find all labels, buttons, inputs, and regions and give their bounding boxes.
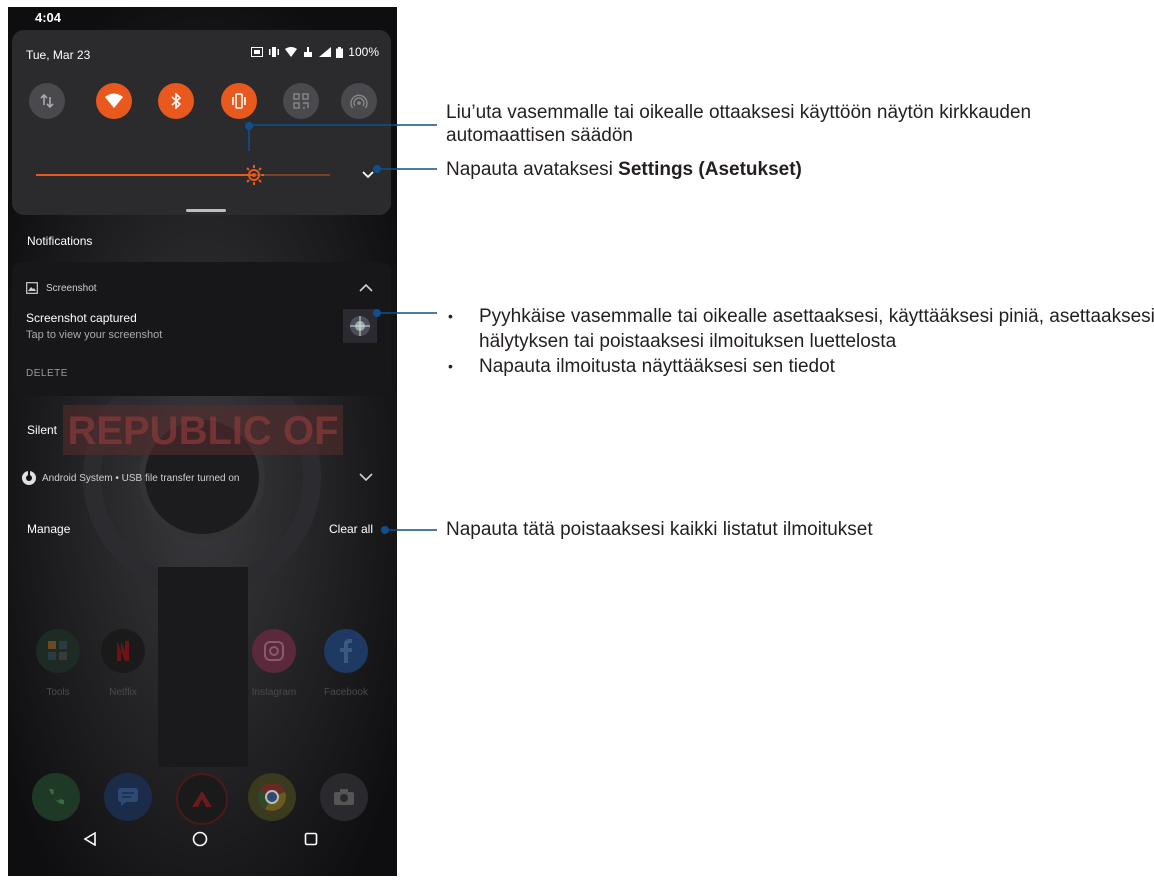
wifi-icon xyxy=(105,93,123,108)
camera-icon xyxy=(334,789,354,805)
notification-text: Tap to view your screenshot xyxy=(26,329,163,341)
volte-icon xyxy=(302,47,314,57)
home-icon xyxy=(192,831,208,847)
silent-notification[interactable]: Android System • USB file transfer turne… xyxy=(22,471,239,485)
app-tools[interactable]: Tools xyxy=(30,629,86,698)
qs-date: Tue, Mar 23 xyxy=(26,48,91,62)
app-facebook[interactable]: Facebook xyxy=(318,629,374,698)
phone-screen: REPUBLIC OF 4:04 Tue, Mar 23 100% Notifi… xyxy=(8,7,397,876)
bluetooth-icon xyxy=(171,93,182,109)
status-icons: 100% xyxy=(251,45,379,59)
mobile-data-tile[interactable] xyxy=(29,83,65,119)
battery-percent: 100% xyxy=(348,45,379,59)
app-label: Instagram xyxy=(251,687,297,698)
chevron-down-icon xyxy=(362,171,374,179)
qs-expand-button[interactable] xyxy=(358,165,378,185)
silent-notification-text: Android System • USB file transfer turne… xyxy=(42,472,240,484)
screenshot-icon xyxy=(26,282,38,294)
vibrate-tile[interactable] xyxy=(221,83,257,119)
back-button[interactable] xyxy=(80,829,100,849)
wifi-tile[interactable] xyxy=(96,83,132,119)
brightness-icon xyxy=(244,165,264,185)
callout-brightness: Liu’uta vasemmalle tai oikealle ottaakse… xyxy=(446,102,1032,146)
android-system-icon xyxy=(22,471,36,485)
callout-settings-bold: Settings (Asetukset) xyxy=(618,159,802,180)
facebook-icon xyxy=(324,629,368,673)
bluetooth-tile[interactable] xyxy=(158,83,194,119)
messages-icon xyxy=(118,788,138,806)
qs-drag-handle[interactable] xyxy=(186,209,226,212)
back-icon xyxy=(83,832,96,846)
wallpaper-republic-text: REPUBLIC OF xyxy=(67,409,338,453)
recents-icon xyxy=(304,832,318,846)
instagram-icon xyxy=(252,629,296,673)
hotspot-icon xyxy=(350,94,368,109)
notification-card[interactable]: Screenshot Screenshot captured Tap to vi… xyxy=(12,262,391,396)
notification-app-row: Screenshot xyxy=(26,282,97,294)
brightness-slider-fill xyxy=(36,174,254,176)
notifications-header: Notifications xyxy=(27,234,93,248)
notification-title: Screenshot captured xyxy=(26,311,137,325)
manage-button[interactable]: Manage xyxy=(27,522,70,536)
chrome-icon xyxy=(258,783,286,811)
brightness-slider[interactable] xyxy=(36,174,330,176)
screenshot-thumbnail xyxy=(343,309,377,343)
silent-header: Silent xyxy=(27,423,58,437)
mobile-data-icon xyxy=(40,93,54,109)
callout-settings-text: Napauta avataksesi xyxy=(446,159,619,180)
vibrate-icon xyxy=(232,93,246,109)
callout-notification-list: Pyyhkäise vasemmalle tai oikealle asetta… xyxy=(448,304,1154,379)
qr-scan-icon xyxy=(293,93,309,109)
chevron-down-icon[interactable] xyxy=(358,469,374,485)
callout-bullet: Pyyhkäise vasemmalle tai oikealle asetta… xyxy=(448,304,1154,354)
callout-settings: Napauta avataksesi Settings (Asetukset) xyxy=(446,158,802,181)
app-label: Tools xyxy=(46,687,70,698)
notification-app-name: Screenshot xyxy=(46,282,97,294)
tools-folder-icon xyxy=(36,629,80,673)
quick-settings-panel: Tue, Mar 23 100% xyxy=(12,30,391,215)
callout-clear-all: Napauta tätä poistaaksesi kaikki listatu… xyxy=(446,519,873,540)
callout-bullet: Napauta ilmoitusta näyttääksesi sen tied… xyxy=(448,354,1154,379)
battery-icon xyxy=(336,46,344,58)
phone-icon xyxy=(49,789,64,805)
wifi-status-icon xyxy=(285,47,298,57)
recents-button[interactable] xyxy=(301,829,321,849)
qr-scan-tile[interactable] xyxy=(283,83,319,119)
delete-action[interactable]: DELETE xyxy=(26,368,68,379)
chevron-up-icon[interactable] xyxy=(358,280,374,296)
app-label: Netflix xyxy=(109,687,137,698)
netflix-icon xyxy=(101,629,145,673)
brightness-thumb[interactable] xyxy=(242,163,266,187)
app-netflix[interactable]: Netflix xyxy=(95,629,151,698)
navigation-bar xyxy=(8,813,397,876)
app-instagram[interactable]: Instagram xyxy=(246,629,302,698)
signal-icon xyxy=(319,47,332,57)
data-saver-icon xyxy=(251,47,264,57)
home-button[interactable] xyxy=(190,829,210,849)
app-label: Facebook xyxy=(324,687,368,698)
status-time: 4:04 xyxy=(35,10,62,25)
vibrate-status-icon xyxy=(268,47,280,57)
armoury-icon xyxy=(192,791,212,807)
hotspot-tile[interactable] xyxy=(341,83,377,119)
clear-all-button[interactable]: Clear all xyxy=(329,522,373,536)
